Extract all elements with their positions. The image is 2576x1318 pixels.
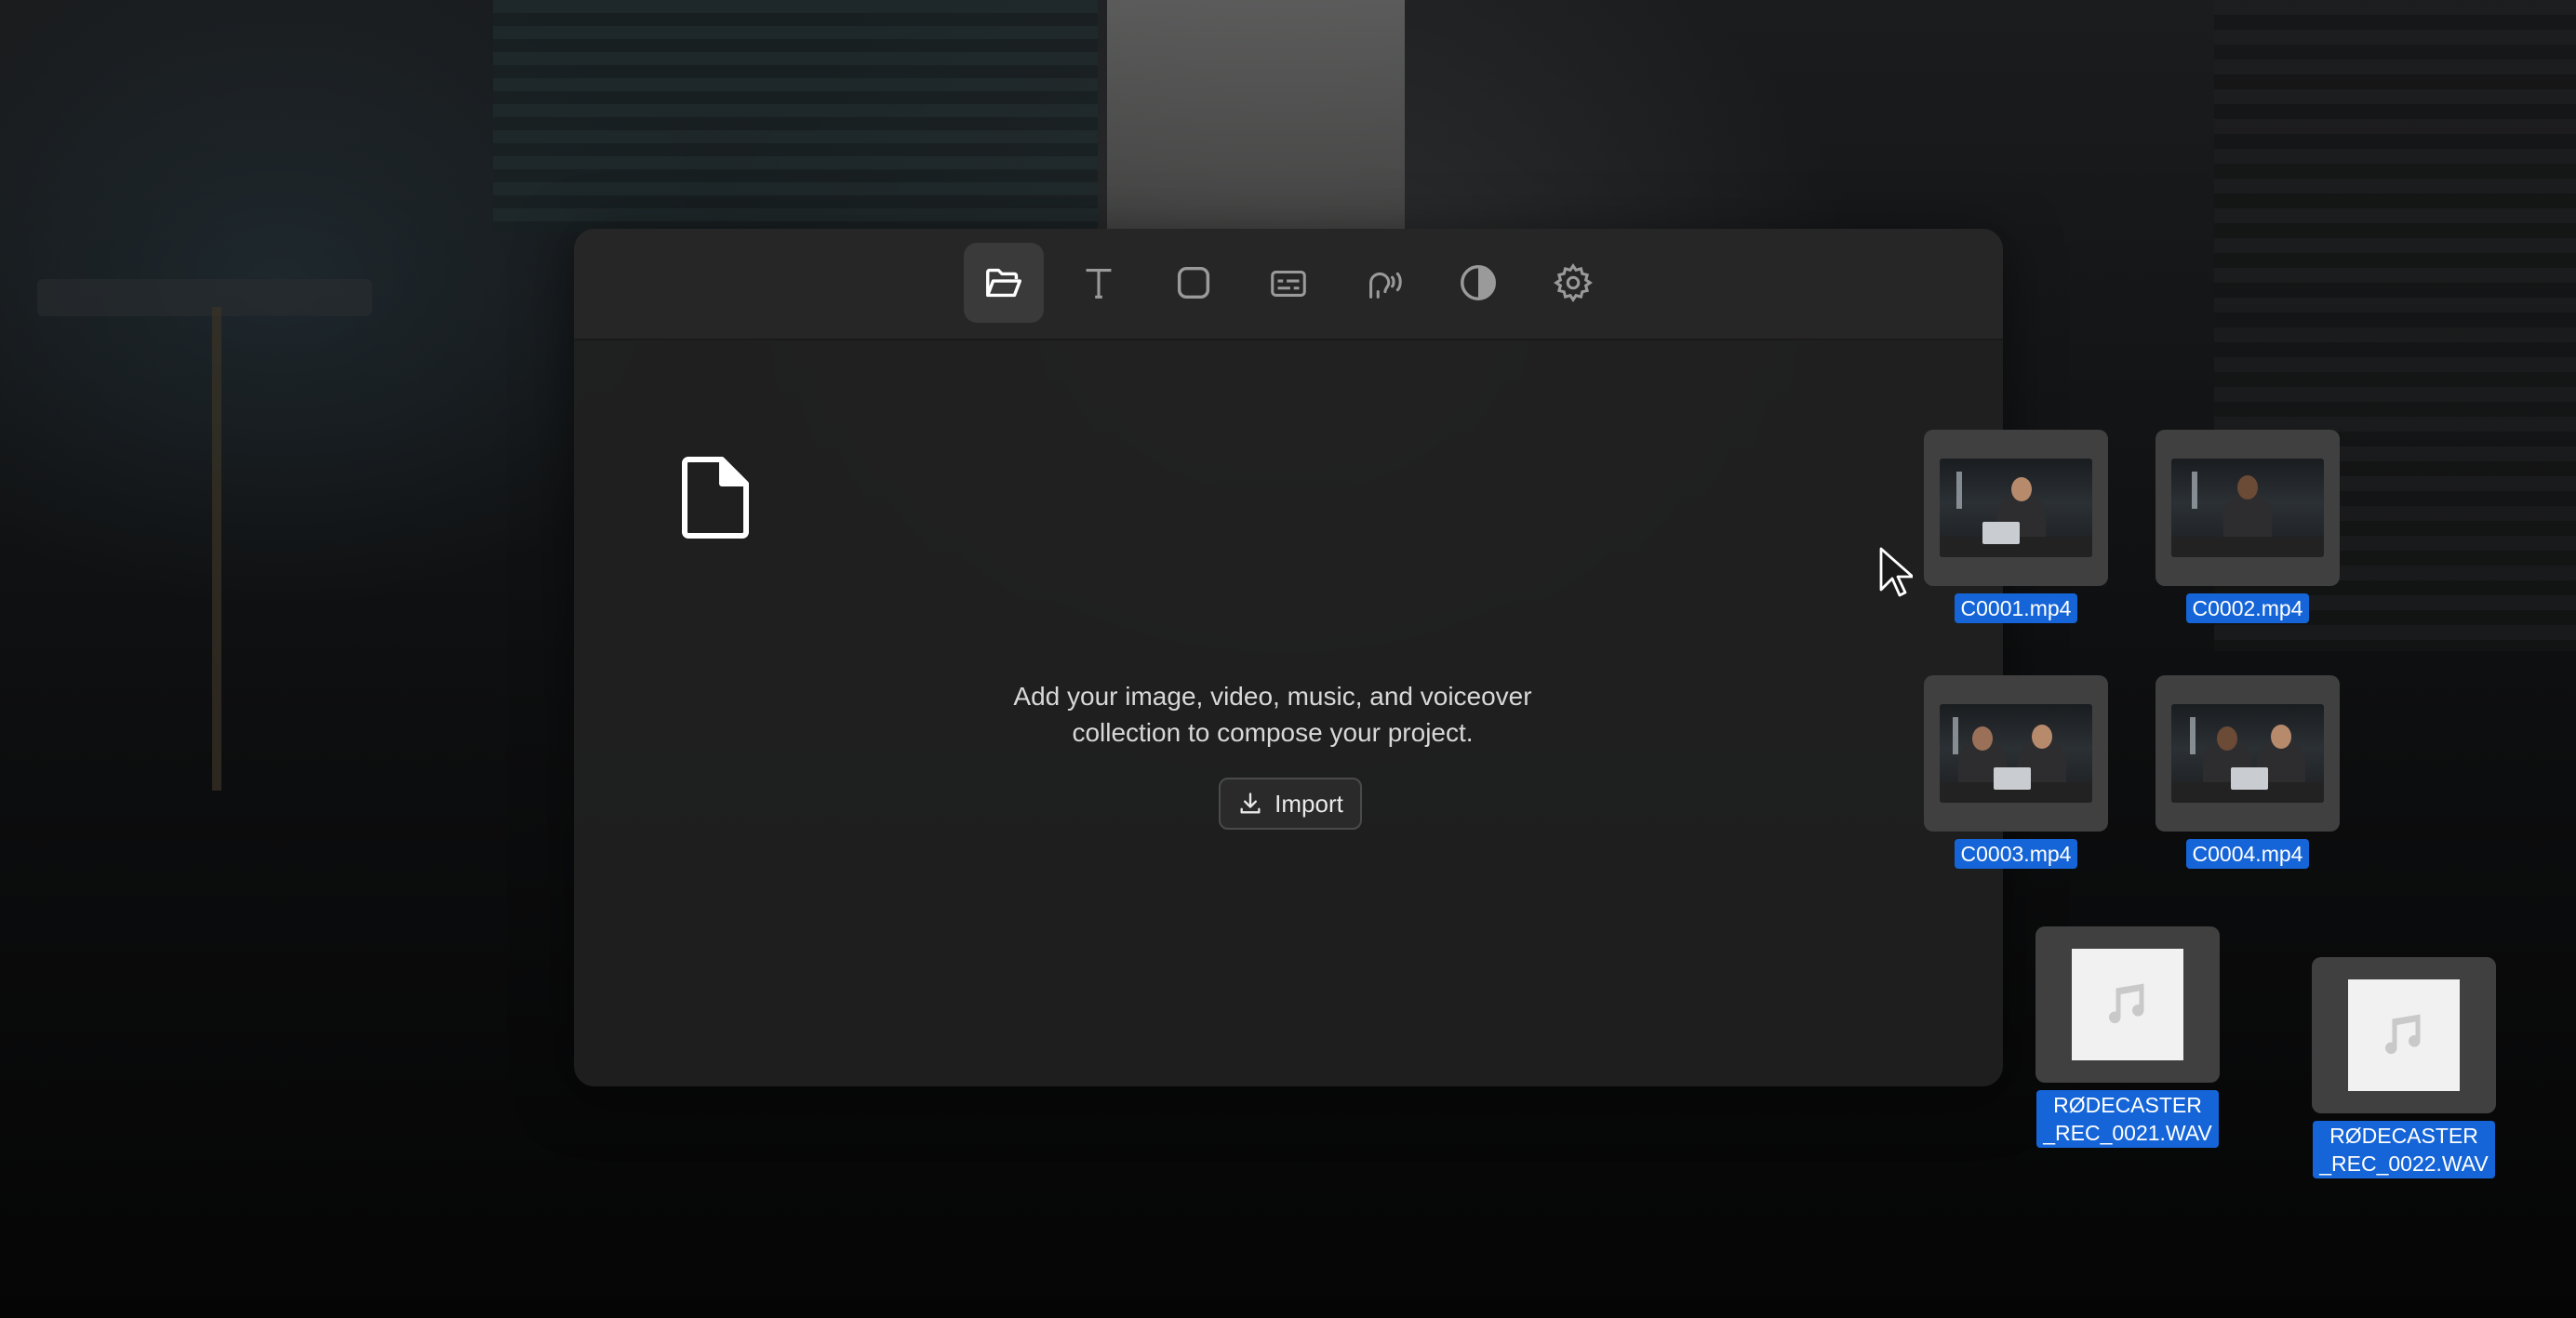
- tab-shapes[interactable]: [1154, 243, 1234, 323]
- media-panel: [574, 229, 2003, 1086]
- file-rodecaster-rec-0022[interactable]: RØDECASTER _REC_0022.WAV: [2311, 957, 2497, 1178]
- file-name: RØDECASTER _REC_0022.WAV: [2313, 1121, 2495, 1178]
- music-note-icon: [2109, 983, 2144, 1023]
- background-acoustic-panel: [493, 0, 1098, 233]
- empty-state-line-1: Add your image, video, music, and voiceo…: [1013, 682, 1532, 711]
- audio-thumbnail: [2035, 926, 2220, 1083]
- file-name-line-1: RØDECASTER: [2053, 1093, 2202, 1117]
- import-button[interactable]: Import: [1219, 778, 1362, 830]
- video-thumbnail: [2156, 675, 2340, 832]
- background-lamp: [1107, 0, 1405, 233]
- download-icon: [1240, 792, 1261, 814]
- toolbar: [574, 229, 2003, 340]
- tab-text[interactable]: [1059, 243, 1139, 323]
- file-name: C0002.mp4: [2185, 593, 2310, 623]
- import-label: Import: [1275, 789, 1343, 818]
- contrast-icon: [1461, 265, 1496, 300]
- document-icon: [682, 457, 749, 539]
- empty-state-line-2: collection to compose your project.: [1072, 718, 1474, 747]
- gear-icon: [1554, 263, 1593, 302]
- file-c0001[interactable]: C0001.mp4: [1923, 430, 2109, 623]
- video-thumbnail: [2156, 430, 2340, 586]
- file-name-line-2: _REC_0022.WAV: [2319, 1152, 2489, 1176]
- file-c0004[interactable]: C0004.mp4: [2155, 675, 2341, 869]
- music-note-icon: [2385, 1014, 2421, 1054]
- mouse-cursor-icon: [1879, 547, 1913, 597]
- tab-settings[interactable]: [1533, 243, 1613, 323]
- captions-icon: [1271, 270, 1306, 297]
- tab-voiceover[interactable]: [1343, 243, 1423, 323]
- empty-state-message: Add your image, video, music, and voiceo…: [994, 678, 1552, 751]
- tab-captions[interactable]: [1248, 243, 1328, 323]
- video-thumbnail: [1924, 430, 2108, 586]
- tab-media[interactable]: [964, 243, 1044, 323]
- rounded-square-icon: [1177, 266, 1210, 300]
- file-name: C0003.mp4: [1954, 839, 2078, 869]
- file-name-line-1: RØDECASTER: [2329, 1124, 2478, 1148]
- voice-icon: [1369, 272, 1402, 299]
- tab-adjust[interactable]: [1438, 243, 1518, 323]
- background-stand: [212, 307, 221, 791]
- audio-thumbnail: [2312, 957, 2496, 1113]
- file-rodecaster-rec-0021[interactable]: RØDECASTER _REC_0021.WAV: [2035, 926, 2221, 1148]
- video-thumbnail: [1924, 675, 2108, 832]
- file-c0003[interactable]: C0003.mp4: [1923, 675, 2109, 869]
- file-name-line-2: _REC_0021.WAV: [2043, 1121, 2212, 1145]
- file-c0002[interactable]: C0002.mp4: [2155, 430, 2341, 623]
- folder-open-icon: [986, 268, 1021, 298]
- file-name: C0004.mp4: [2185, 839, 2310, 869]
- text-icon: [1086, 269, 1112, 299]
- background-shelf: [37, 279, 372, 316]
- file-name: C0001.mp4: [1954, 593, 2078, 623]
- file-name: RØDECASTER _REC_0021.WAV: [2036, 1090, 2219, 1148]
